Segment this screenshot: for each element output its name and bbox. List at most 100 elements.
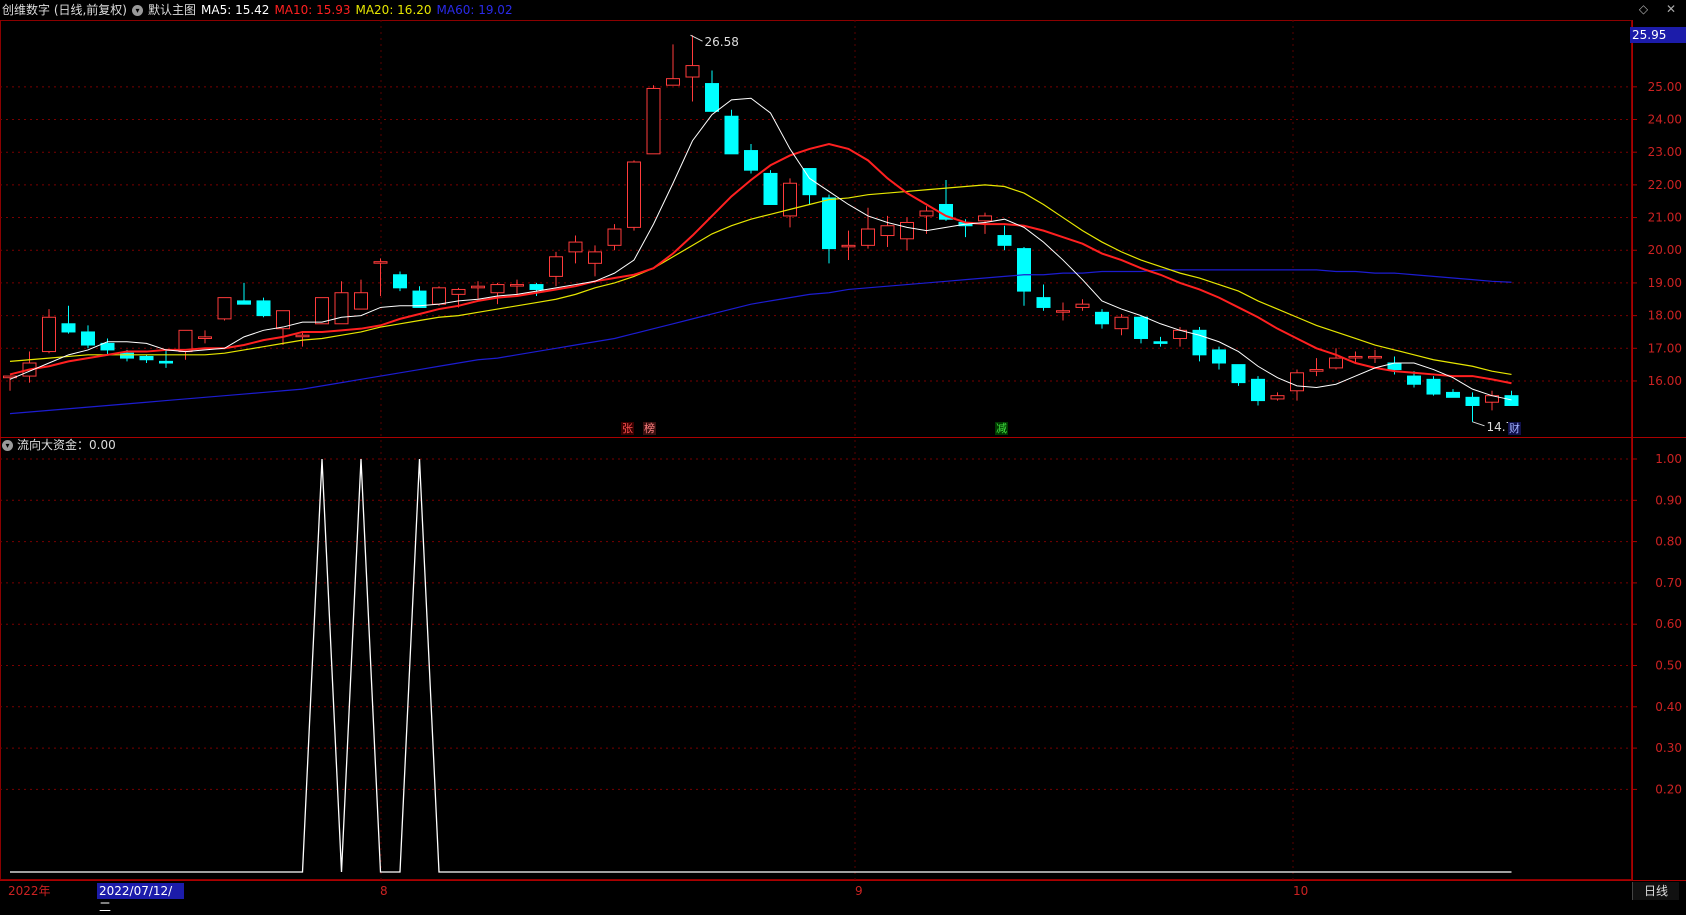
candle-body-up: [490, 284, 505, 294]
candle-body-up: [1348, 355, 1363, 359]
candle-body-up: [295, 334, 310, 338]
candle-body-down: [529, 284, 544, 290]
candle-body-down: [763, 172, 778, 205]
price-tick-label: 25.00: [1648, 80, 1682, 94]
candle-body-down: [1231, 364, 1246, 384]
candle-body-up: [1270, 395, 1285, 400]
indicator-menu-icon[interactable]: ▾: [2, 440, 13, 451]
candle-body-down: [1212, 349, 1226, 364]
indicator-tick-label: 0.30: [1655, 741, 1682, 755]
candle-body-down: [997, 235, 1012, 246]
kline-chart[interactable]: 25.00 24.00 23.00 22.00 21.00 20.00 19.00 18.00…: [0, 0, 1686, 900]
candle-body-up: [978, 215, 992, 222]
candle-body-up: [315, 297, 329, 325]
candle-body-up: [42, 316, 56, 353]
candle-body-up: [607, 228, 622, 246]
indicator-tick-label: 1.00: [1655, 452, 1682, 466]
indicator-tick-label: 0.20: [1655, 782, 1682, 796]
candle-body-down: [724, 115, 739, 155]
price-tick-label: 17.00: [1648, 341, 1682, 355]
candle-body-down: [1504, 395, 1519, 406]
candle-body-up: [1290, 372, 1304, 392]
cursor-date-badge: 2022/07/12/二: [97, 883, 184, 914]
candle-body-down: [237, 300, 251, 305]
price-tick-label: 19.00: [1648, 276, 1682, 290]
candle-body-up: [1075, 303, 1090, 308]
indicator-tick-label: 0.60: [1655, 617, 1682, 631]
candle-body-down: [1251, 378, 1265, 402]
price-tick-label: 16.00: [1648, 374, 1682, 388]
month-label-aug: 8: [380, 884, 388, 898]
candle-body-up: [841, 244, 856, 248]
candle-body-up: [627, 161, 641, 228]
candle-body-down: [61, 323, 76, 333]
candle-body-up: [354, 292, 368, 310]
candle-body-down: [1134, 316, 1148, 339]
candle-body-up: [861, 228, 875, 246]
candle-body-up: [588, 251, 602, 264]
candle-body-down: [1095, 311, 1109, 325]
low-pointer: [1472, 421, 1485, 427]
event-mark-zhang[interactable]: 张: [621, 422, 634, 435]
candle-body-down: [1426, 378, 1441, 395]
candle-body-up: [1309, 369, 1324, 372]
indicator-tick-label: 0.70: [1655, 576, 1682, 590]
candle-body-down: [1017, 248, 1031, 292]
candle-body-up: [1329, 357, 1343, 369]
candle-body-up: [919, 210, 934, 217]
candle-body-down: [139, 355, 154, 361]
candle-body-down: [1153, 341, 1168, 344]
price-tick-label: 22.00: [1648, 178, 1682, 192]
candle-body-up: [178, 329, 193, 353]
candle-body-down: [1036, 297, 1051, 308]
current-price-badge: 25.95: [1630, 27, 1686, 43]
candle-body-down: [705, 83, 719, 112]
candle-body-up: [568, 241, 583, 253]
event-mark-jian[interactable]: 减: [995, 422, 1008, 435]
price-tick-label: 24.00: [1648, 113, 1682, 127]
candle-body-down: [120, 352, 134, 359]
candle-body-up: [373, 261, 388, 264]
ma5-line: [9, 97, 1512, 401]
candle-body-up: [198, 336, 212, 339]
indicator-tick-label: 0.80: [1655, 535, 1682, 549]
candle-body-up: [471, 285, 485, 289]
candle-body-up: [451, 288, 466, 295]
candle-body-down: [822, 197, 836, 250]
price-tick-label: 18.00: [1648, 309, 1682, 323]
candle-body-up: [685, 65, 700, 78]
candle-body-up: [666, 78, 680, 86]
period-tab-daily[interactable]: 日线: [1632, 882, 1679, 900]
year-label: 2022年: [8, 884, 51, 898]
event-mark-bang[interactable]: 榜: [643, 422, 656, 435]
candle-body-up: [432, 287, 446, 305]
candle-body-up: [646, 87, 661, 155]
candle-body-down: [159, 360, 173, 364]
candle-body-up: [1056, 310, 1070, 313]
sub-indicator-label[interactable]: 流向大资金：0.00: [17, 438, 116, 452]
sub-indicator-header: ▾ 流向大资金：0.00: [2, 436, 116, 454]
price-tick-label: 23.00: [1648, 145, 1682, 159]
ma10-line: [9, 142, 1512, 385]
event-mark-cai[interactable]: 财: [1508, 422, 1521, 435]
price-tick-label: 20.00: [1648, 243, 1682, 257]
indicator-tick-label: 0.40: [1655, 700, 1682, 714]
candle-body-up: [1368, 355, 1382, 359]
candle-body-up: [510, 284, 524, 287]
candle-body-down: [256, 300, 271, 317]
candle-body-up: [900, 221, 914, 240]
candle-body-down: [81, 331, 95, 346]
candle-body-up: [217, 297, 232, 320]
price-tick-label: 21.00: [1648, 211, 1682, 225]
indicator-tick-label: 0.90: [1655, 493, 1682, 507]
high-price-label: 26.58: [705, 35, 739, 49]
candle-body-up: [334, 292, 349, 325]
indicator-tick-label: 0.50: [1655, 659, 1682, 673]
chart-frame: [0, 20, 1632, 880]
candle-body-down: [100, 342, 115, 351]
candle-body-down: [744, 150, 758, 171]
candle-body-up: [880, 225, 895, 237]
candle-body-down: [1446, 391, 1460, 398]
month-label-oct: 10: [1293, 884, 1309, 898]
candle-body-down: [393, 274, 407, 289]
